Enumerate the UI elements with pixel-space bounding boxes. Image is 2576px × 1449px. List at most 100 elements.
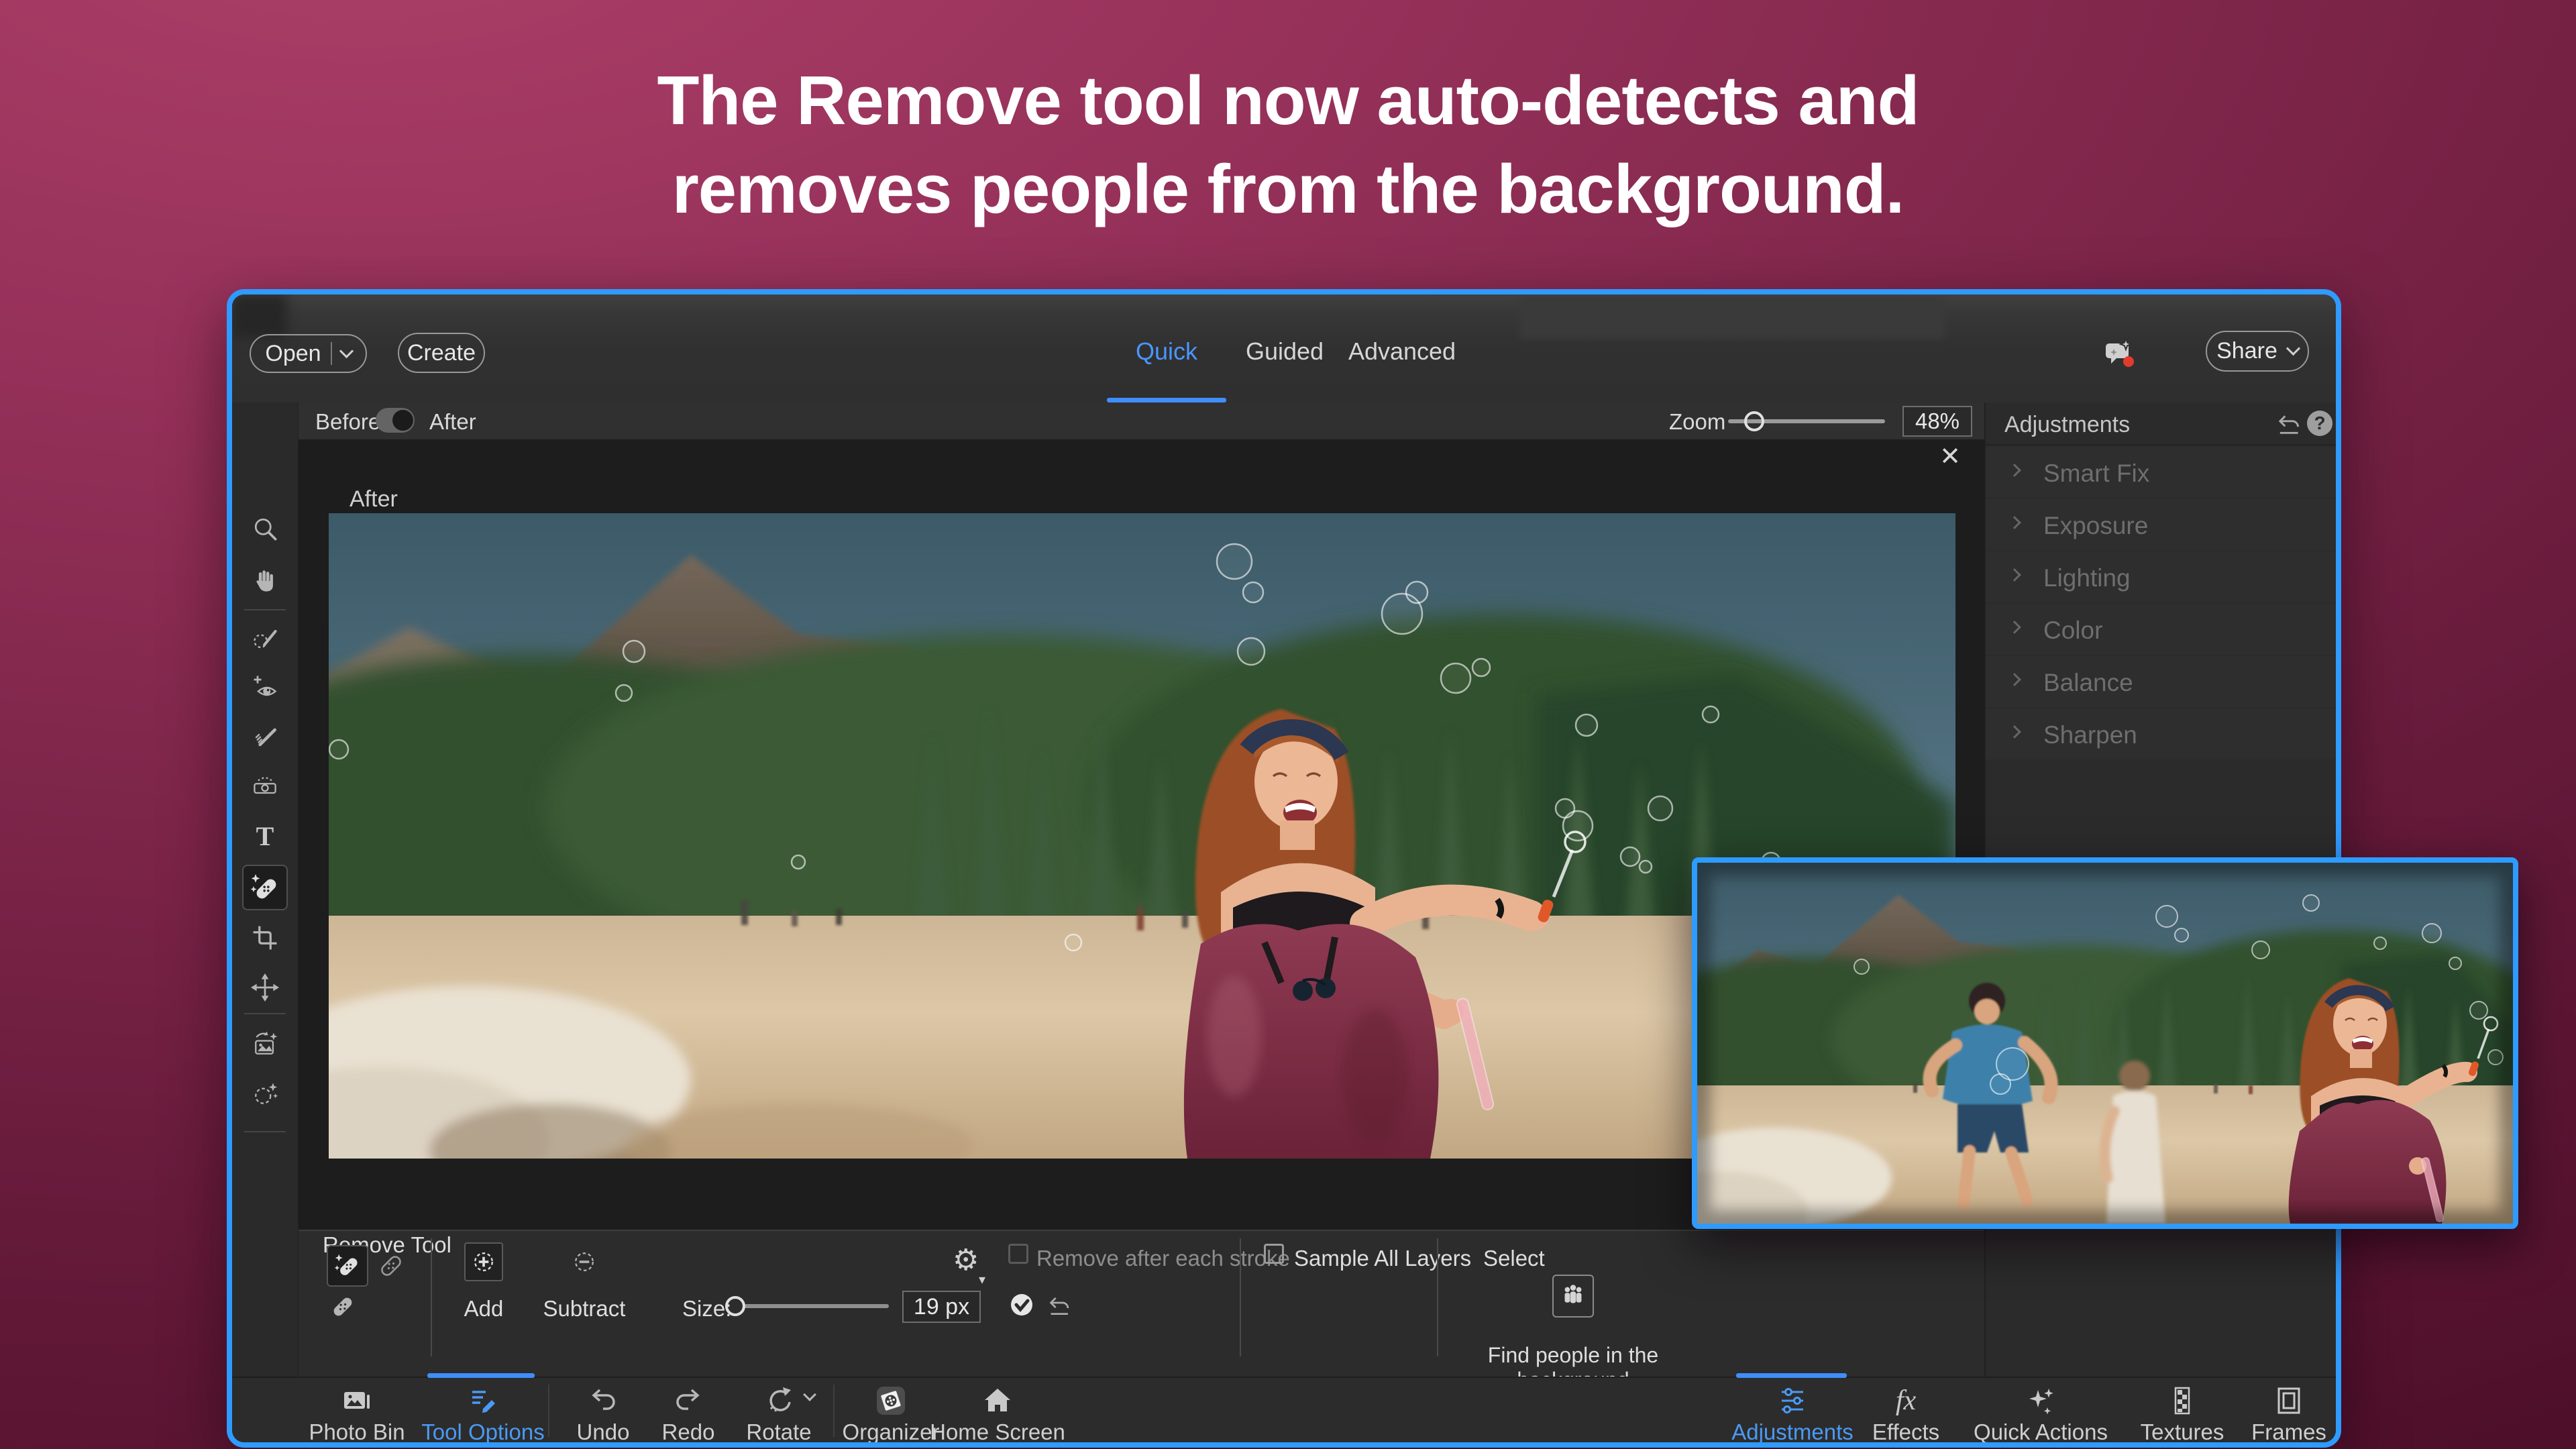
quick-selection-tool-icon[interactable] [250, 625, 280, 654]
taskbar-photo-bin[interactable]: Photo Bin [354, 1378, 360, 1444]
commit-check-icon[interactable] [1010, 1293, 1034, 1317]
tab-advanced[interactable]: Advanced [1348, 337, 1456, 366]
taskbar-frames[interactable]: Frames [2286, 1378, 2292, 1444]
gear-icon[interactable]: ⚙ [953, 1246, 979, 1275]
type-tool-icon[interactable]: T [250, 821, 280, 851]
adjustment-row-balance[interactable]: Balance [1986, 656, 2337, 707]
photo-before-inset[interactable] [1692, 857, 2518, 1229]
before-after-toggle[interactable] [376, 408, 415, 433]
taskbar-home-screen[interactable]: Home Screen [994, 1378, 1001, 1444]
chevron-down-icon[interactable] [339, 343, 353, 358]
share-button[interactable]: Share [2206, 331, 2309, 372]
zoom-value[interactable]: 48% [1902, 406, 1972, 437]
before-label: Before [315, 409, 380, 435]
tool-options-icon [467, 1385, 499, 1417]
chevron-right-icon [2008, 673, 2021, 686]
rail-divider [244, 609, 286, 610]
straighten-tool-icon[interactable] [250, 771, 280, 800]
adjustment-label: Smart Fix [2043, 460, 2149, 488]
size-label: Size: [682, 1296, 731, 1322]
adjustment-row-color[interactable]: Color [1986, 604, 2337, 655]
adjustment-label: Balance [2043, 669, 2133, 697]
share-button-label: Share [2216, 338, 2277, 364]
move-tool-icon[interactable] [250, 973, 280, 1002]
size-slider-knob[interactable] [725, 1296, 745, 1316]
taskbar-organizer[interactable]: Organizer [888, 1378, 894, 1444]
size-slider-track[interactable] [744, 1304, 889, 1308]
adjustment-label: Sharpen [2043, 721, 2137, 749]
spot-heal-variant-icon[interactable] [375, 1250, 407, 1282]
help-icon[interactable]: ? [2307, 411, 2332, 436]
remove-tool-selected[interactable] [242, 865, 288, 910]
zoom-slider-knob[interactable] [1744, 411, 1764, 431]
taskbar-active-indicator [1736, 1373, 1847, 1378]
hand-tool-icon[interactable] [250, 566, 280, 596]
sample-all-layers-checkbox[interactable] [1264, 1244, 1284, 1264]
toggle-knob [392, 410, 413, 431]
taskbar-label: Rotate [746, 1419, 811, 1445]
marketing-background: The Remove tool now auto-detects and rem… [0, 0, 2576, 1449]
taskbar-adjustments[interactable]: Adjustments [1789, 1378, 1796, 1444]
rail-divider [244, 1131, 286, 1132]
view-bar: Before After Zoom 48% [299, 402, 1984, 441]
remove-tool-variant-selected[interactable] [327, 1245, 368, 1287]
sample-all-layers-label: Sample All Layers [1294, 1246, 1471, 1271]
adjustment-label: Color [2043, 616, 2102, 645]
healing-brush-variant-icon[interactable] [327, 1291, 359, 1323]
taskbar-label: Adjustments [1731, 1419, 1854, 1445]
taskbar-label: Organizer [843, 1419, 940, 1445]
rail-divider [244, 1013, 286, 1014]
crop-tool-icon[interactable] [250, 923, 280, 953]
taskbar-label: Textures [2141, 1419, 2224, 1445]
taskbar-label: Effects [1872, 1419, 1939, 1445]
size-value[interactable]: 19 px [902, 1291, 981, 1323]
add-selection-button[interactable] [464, 1242, 503, 1281]
home-icon [981, 1385, 1014, 1417]
open-button[interactable]: Open [250, 334, 367, 373]
options-divider [1437, 1238, 1438, 1356]
whiten-teeth-tool-icon[interactable] [250, 722, 280, 752]
red-eye-tool-icon[interactable] [250, 673, 280, 702]
taskbar-rotate[interactable]: Rotate [775, 1378, 782, 1444]
chevron-right-icon [2008, 464, 2021, 477]
open-button-divider [331, 342, 332, 365]
tab-quick[interactable]: Quick [1136, 337, 1197, 366]
create-button[interactable]: Create [398, 333, 485, 373]
adjustment-label: Lighting [2043, 564, 2131, 592]
adjustment-row-lighting[interactable]: Lighting [1986, 551, 2337, 602]
ai-replace-background-icon[interactable] [250, 1030, 280, 1059]
adjustment-row-sharpen[interactable]: Sharpen [1986, 708, 2337, 759]
adjustments-panel-title: Adjustments [2004, 412, 2130, 438]
taskbar: Photo Bin Tool Options [232, 1377, 2336, 1442]
revert-icon[interactable] [1047, 1293, 1073, 1318]
taskbar-label: Quick Actions [1974, 1419, 2108, 1445]
close-icon[interactable]: ✕ [1937, 443, 1964, 470]
headline-line2: removes people from the background. [0, 145, 2576, 233]
find-people-button[interactable] [1552, 1275, 1594, 1318]
effects-icon: fx [1890, 1385, 1922, 1417]
object-select-sparkle-icon[interactable] [250, 1079, 280, 1108]
reset-panel-icon[interactable] [2276, 411, 2303, 437]
chevron-right-icon [2008, 621, 2021, 634]
taskbar-effects[interactable]: fx Effects [1902, 1378, 1909, 1444]
taskbar-textures[interactable]: Textures [2179, 1378, 2186, 1444]
create-button-label: Create [407, 340, 476, 366]
whats-new-icon[interactable] [2104, 337, 2136, 370]
taskbar-label: Frames [2251, 1419, 2326, 1445]
fx-glyph: fx [1896, 1385, 1916, 1417]
taskbar-redo[interactable]: Redo [685, 1378, 692, 1444]
zoom-tool-icon[interactable] [250, 515, 280, 544]
active-tab-indicator [1107, 398, 1226, 402]
taskbar-tool-options[interactable]: Tool Options [480, 1378, 486, 1444]
adjustment-row-exposure[interactable]: Exposure [1986, 499, 2337, 550]
subtract-selection-button[interactable] [570, 1247, 599, 1277]
adjustment-row-smart-fix[interactable]: Smart Fix [1986, 447, 2337, 498]
gear-caret-icon: ▾ [979, 1271, 985, 1288]
taskbar-quick-actions[interactable]: Quick Actions [2037, 1378, 2044, 1444]
remove-after-each-stroke-checkbox[interactable] [1008, 1244, 1028, 1264]
textures-icon [2166, 1385, 2198, 1417]
taskbar-divider [833, 1385, 835, 1437]
taskbar-undo[interactable]: Undo [600, 1378, 606, 1444]
tab-guided[interactable]: Guided [1246, 337, 1324, 366]
taskbar-label: Undo [577, 1419, 630, 1445]
